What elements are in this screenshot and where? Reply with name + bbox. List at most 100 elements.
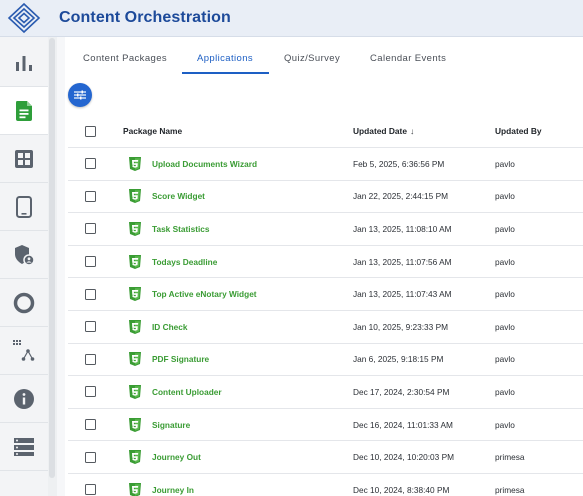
table-row[interactable]: Top Active eNotary Widget Jan 13, 2025, … xyxy=(68,278,583,311)
updated-by-cell: pavlo xyxy=(495,386,515,397)
updated-by-cell: pavlo xyxy=(495,223,515,234)
table-row[interactable]: Signature Dec 16, 2024, 11:01:33 AM pavl… xyxy=(68,409,583,442)
updated-date-cell: Jan 22, 2025, 2:44:15 PM xyxy=(353,191,449,202)
server-icon xyxy=(14,437,34,456)
row-checkbox[interactable] xyxy=(85,158,96,170)
sidebar-item-analytics[interactable] xyxy=(0,39,48,87)
filter-button[interactable] xyxy=(68,83,92,107)
sidebar xyxy=(0,37,48,496)
table-row[interactable]: Content Uploader Dec 17, 2024, 2:30:54 P… xyxy=(68,376,583,409)
sidebar-item-security[interactable] xyxy=(0,231,48,279)
package-name-link[interactable]: PDF Signature xyxy=(152,354,209,364)
info-icon xyxy=(14,388,34,409)
tab-calendar-events[interactable]: Calendar Events xyxy=(370,53,446,64)
select-all-checkbox[interactable] xyxy=(85,125,96,137)
table-header-row: Package Name Updated Date ↓ Updated By xyxy=(68,115,583,148)
tablet-icon xyxy=(16,195,32,218)
row-checkbox[interactable] xyxy=(85,451,96,463)
row-checkbox[interactable] xyxy=(85,256,96,268)
tab-quiz-survey[interactable]: Quiz/Survey xyxy=(284,53,340,64)
table-row[interactable]: Journey In Dec 10, 2024, 8:38:40 PM prim… xyxy=(68,474,583,496)
hierarchy-icon xyxy=(13,339,35,361)
package-name-link[interactable]: Journey Out xyxy=(152,452,201,462)
html5-icon xyxy=(129,287,141,302)
package-name-link[interactable]: Content Uploader xyxy=(152,387,222,397)
updated-date-cell: Jan 10, 2025, 9:23:33 PM xyxy=(353,321,449,332)
package-name-link[interactable]: Signature xyxy=(152,420,190,430)
sidebar-item-hierarchy[interactable] xyxy=(0,327,48,375)
row-checkbox[interactable] xyxy=(85,484,96,496)
column-header-updated-date-label: Updated Date xyxy=(353,126,407,136)
table-row[interactable]: Journey Out Dec 10, 2024, 10:20:03 PM pr… xyxy=(68,441,583,474)
app-title: Content Orchestration xyxy=(59,9,231,26)
row-checkbox[interactable] xyxy=(85,223,96,235)
tab-applications[interactable]: Applications xyxy=(197,53,253,64)
row-checkbox[interactable] xyxy=(85,190,96,202)
column-header-updated-date[interactable]: Updated Date ↓ xyxy=(353,126,414,136)
sidebar-item-devices[interactable] xyxy=(0,183,48,231)
updated-by-cell: pavlo xyxy=(495,158,515,169)
table-row[interactable]: ID Check Jan 10, 2025, 9:23:33 PM pavlo xyxy=(68,311,583,344)
updated-date-cell: Feb 5, 2025, 6:36:56 PM xyxy=(353,158,445,169)
table-row[interactable]: Todays Deadline Jan 13, 2025, 11:07:56 A… xyxy=(68,246,583,279)
sidebar-item-info[interactable] xyxy=(0,375,48,423)
updated-by-cell: pavlo xyxy=(495,191,515,202)
updated-by-cell: pavlo xyxy=(495,419,515,430)
row-checkbox[interactable] xyxy=(85,353,96,365)
html5-icon xyxy=(129,352,141,367)
html5-icon xyxy=(129,254,141,269)
grid-icon xyxy=(15,149,33,168)
updated-date-cell: Dec 16, 2024, 11:01:33 AM xyxy=(353,419,453,430)
tab-bar: Content Packages Applications Quiz/Surve… xyxy=(65,45,583,75)
diamond-logo-icon[interactable] xyxy=(6,2,42,34)
html5-icon xyxy=(129,450,141,465)
row-checkbox[interactable] xyxy=(85,386,96,398)
table-row[interactable]: Task Statistics Jan 13, 2025, 11:08:10 A… xyxy=(68,213,583,246)
html5-icon xyxy=(129,156,141,171)
sidebar-item-content[interactable] xyxy=(0,87,48,135)
top-header: Content Orchestration xyxy=(0,0,583,37)
html5-icon xyxy=(129,221,141,236)
sidebar-item-dashboard[interactable] xyxy=(0,135,48,183)
app-window: Content Orchestration Content Packages A… xyxy=(0,0,583,496)
shield-user-icon xyxy=(15,244,35,266)
updated-by-cell: pavlo xyxy=(495,321,515,332)
filter-sliders-icon xyxy=(74,90,86,100)
package-name-link[interactable]: Top Active eNotary Widget xyxy=(152,289,257,299)
row-checkbox[interactable] xyxy=(85,419,96,431)
html5-icon xyxy=(129,189,141,204)
package-name-link[interactable]: Journey In xyxy=(152,485,194,495)
html5-icon xyxy=(129,384,141,399)
updated-date-cell: Dec 10, 2024, 8:38:40 PM xyxy=(353,484,450,495)
html5-icon xyxy=(129,417,141,432)
sidebar-scrollbar[interactable] xyxy=(49,38,55,478)
column-header-package-name[interactable]: Package Name xyxy=(123,126,182,136)
updated-date-cell: Jan 13, 2025, 11:08:10 AM xyxy=(353,223,452,234)
package-name-link[interactable]: ID Check xyxy=(152,322,188,332)
package-name-link[interactable]: Todays Deadline xyxy=(152,257,217,267)
updated-by-cell: primesa xyxy=(495,452,525,463)
updated-date-cell: Dec 10, 2024, 10:20:03 PM xyxy=(353,452,455,463)
sidebar-item-servers[interactable] xyxy=(0,423,48,471)
updated-by-cell: primesa xyxy=(495,484,525,495)
table-row[interactable]: PDF Signature Jan 6, 2025, 9:18:15 PM pa… xyxy=(68,344,583,377)
table-row[interactable]: Score Widget Jan 22, 2025, 2:44:15 PM pa… xyxy=(68,181,583,214)
column-header-updated-by[interactable]: Updated By xyxy=(495,126,542,136)
row-checkbox[interactable] xyxy=(85,288,96,300)
html5-icon xyxy=(129,482,141,496)
updated-date-cell: Jan 13, 2025, 11:07:56 AM xyxy=(353,256,452,267)
table-body: Upload Documents Wizard Feb 5, 2025, 6:3… xyxy=(68,148,583,496)
tab-content-packages[interactable]: Content Packages xyxy=(83,53,167,64)
applications-panel: Content Packages Applications Quiz/Surve… xyxy=(65,37,583,496)
updated-by-cell: pavlo xyxy=(495,289,515,300)
row-checkbox[interactable] xyxy=(85,321,96,333)
sort-descending-icon: ↓ xyxy=(409,126,415,136)
package-name-link[interactable]: Upload Documents Wizard xyxy=(152,159,257,169)
updated-by-cell: pavlo xyxy=(495,256,515,267)
updated-date-cell: Jan 6, 2025, 9:18:15 PM xyxy=(353,354,444,365)
package-name-link[interactable]: Task Statistics xyxy=(152,224,210,234)
table-row[interactable]: Upload Documents Wizard Feb 5, 2025, 6:3… xyxy=(68,148,583,181)
sidebar-item-status[interactable] xyxy=(0,279,48,327)
package-name-link[interactable]: Score Widget xyxy=(152,191,205,201)
updated-by-cell: pavlo xyxy=(495,354,515,365)
